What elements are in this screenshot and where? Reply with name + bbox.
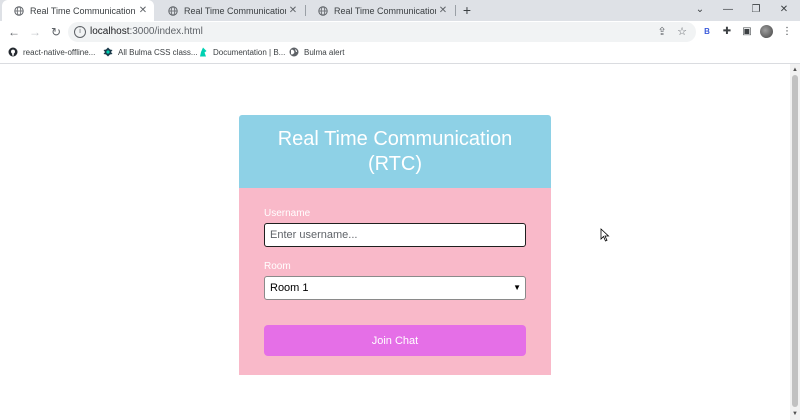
tab-separator bbox=[455, 5, 456, 16]
close-window-icon[interactable]: ✕ bbox=[774, 2, 794, 18]
globe-icon bbox=[14, 5, 24, 16]
bookmark-item[interactable]: All Bulma CSS class... bbox=[103, 47, 198, 57]
bulma-icon bbox=[103, 47, 113, 57]
share-icon[interactable]: ⇪ bbox=[655, 25, 669, 39]
close-tab-icon[interactable]: ✕ bbox=[436, 5, 450, 16]
url-host: localhost bbox=[90, 26, 130, 37]
tab-2[interactable]: Real Time Communication ✕ bbox=[156, 0, 304, 21]
site-info-icon[interactable]: i bbox=[74, 26, 86, 38]
extensions-puzzle-icon[interactable]: ✚ bbox=[720, 25, 734, 39]
tab-title: Real Time Communication bbox=[334, 5, 436, 16]
room-label: Room bbox=[264, 261, 291, 272]
close-tab-icon[interactable]: ✕ bbox=[136, 5, 150, 16]
bookmark-label: Documentation | B... bbox=[213, 47, 286, 57]
page-viewport: Real Time Communication (RTC) Username R… bbox=[0, 64, 790, 420]
globe-icon bbox=[318, 5, 328, 16]
bookmark-star-icon[interactable]: ☆ bbox=[675, 25, 689, 39]
address-bar[interactable]: i localhost:3000/index.html ⇪ ☆ bbox=[68, 22, 696, 42]
bookmark-item[interactable]: Bulma alert bbox=[289, 47, 344, 57]
bookmark-item[interactable]: react-native-offline... bbox=[8, 47, 95, 57]
extension-b-icon[interactable]: B bbox=[700, 25, 714, 39]
bookmark-label: react-native-offline... bbox=[23, 47, 96, 57]
bookmark-label: All Bulma CSS class... bbox=[118, 47, 198, 57]
minimize-icon[interactable]: — bbox=[718, 2, 738, 18]
close-tab-icon[interactable]: ✕ bbox=[286, 5, 300, 16]
join-form: Username Room Room 1 ▼ Join Chat bbox=[239, 188, 551, 375]
url-path: :3000/index.html bbox=[129, 26, 203, 37]
menu-kebab-icon[interactable]: ⋮ bbox=[780, 25, 794, 39]
scroll-down-arrow-icon[interactable]: ▼ bbox=[790, 410, 800, 418]
bookmarks-bar: react-native-offline... All Bulma CSS cl… bbox=[0, 43, 800, 64]
bulma-docs-icon bbox=[200, 47, 207, 57]
bookmark-label: Bulma alert bbox=[304, 47, 345, 57]
new-tab-button[interactable]: + bbox=[459, 2, 475, 18]
reload-icon[interactable]: ↻ bbox=[48, 24, 64, 40]
vertical-scrollbar[interactable]: ▲ ▼ bbox=[790, 64, 800, 420]
restore-icon[interactable]: ❐ bbox=[746, 2, 766, 18]
browser-toolbar: ← → ↻ i localhost:3000/index.html ⇪ ☆ B … bbox=[0, 21, 800, 43]
room-select[interactable]: Room 1 ▼ bbox=[264, 276, 526, 300]
tab-title: Real Time Communication bbox=[184, 5, 286, 16]
profile-avatar[interactable] bbox=[760, 25, 773, 38]
url-text[interactable]: localhost:3000/index.html bbox=[90, 26, 203, 37]
tab-strip: Real Time Communication ✕ Real Time Comm… bbox=[0, 0, 800, 21]
github-icon bbox=[8, 47, 18, 57]
card-header: Real Time Communication (RTC) bbox=[239, 115, 551, 188]
scroll-thumb[interactable] bbox=[792, 75, 798, 407]
bookmark-item[interactable]: Documentation | B... bbox=[198, 47, 285, 57]
tab-3[interactable]: Real Time Communication ✕ bbox=[306, 0, 454, 21]
tab-title: Real Time Communication bbox=[30, 5, 136, 16]
room-selected-value: Room 1 bbox=[270, 282, 309, 294]
side-panel-icon[interactable]: ▣ bbox=[740, 25, 754, 39]
scroll-up-arrow-icon[interactable]: ▲ bbox=[790, 66, 800, 74]
tab-search-chevron-icon[interactable]: ⌄ bbox=[690, 2, 710, 18]
globe-icon bbox=[289, 47, 299, 57]
globe-icon bbox=[168, 5, 178, 16]
rtc-card: Real Time Communication (RTC) Username R… bbox=[239, 115, 551, 375]
username-input[interactable] bbox=[264, 223, 526, 247]
username-label: Username bbox=[264, 208, 311, 219]
page-title: Real Time Communication (RTC) bbox=[277, 127, 513, 175]
chevron-down-icon: ▼ bbox=[513, 283, 521, 292]
tab-1[interactable]: Real Time Communication ✕ bbox=[2, 0, 154, 21]
back-arrow-icon[interactable]: ← bbox=[6, 24, 22, 40]
mouse-cursor-icon bbox=[600, 228, 610, 242]
join-chat-button[interactable]: Join Chat bbox=[264, 325, 526, 356]
forward-arrow-icon[interactable]: → bbox=[27, 24, 43, 40]
